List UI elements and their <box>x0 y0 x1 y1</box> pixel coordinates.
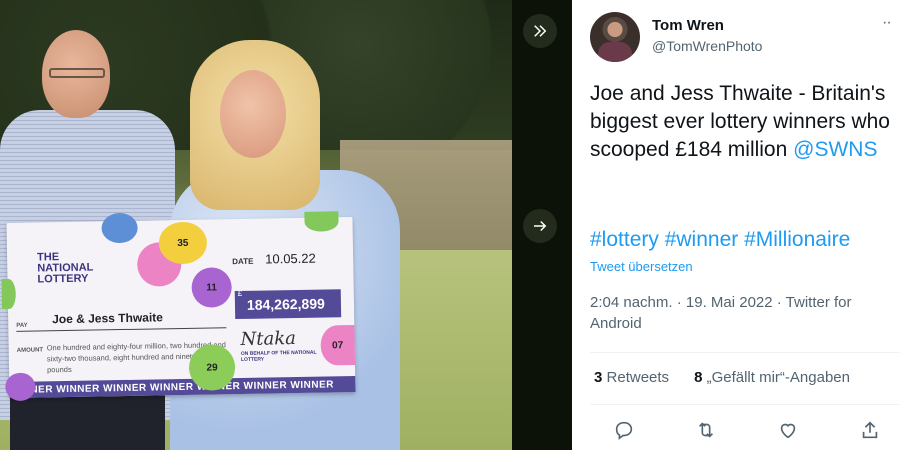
divider <box>590 404 900 405</box>
tweet-detail-panel: Tom Wren @TomWrenPhoto ·· Joe and Jess T… <box>572 0 900 450</box>
likes-count: 8 <box>694 369 703 386</box>
tweet-text: Joe and Jess Thwaite - Britain's biggest… <box>590 80 900 164</box>
hashtag-links[interactable]: #lottery #winner #Millionaire <box>590 226 900 254</box>
cheque-amount: 184,262,899 <box>234 289 342 320</box>
share-icon <box>862 421 878 439</box>
more-options-button[interactable]: ·· <box>882 14 892 32</box>
retweets-count: 3 <box>594 369 603 386</box>
retweets-stat[interactable]: 3 Retweets <box>594 369 669 386</box>
likes-label: „Gefällt mir“-Angaben <box>706 369 850 386</box>
lottery-ball: 07 <box>320 324 356 366</box>
reply-button[interactable] <box>612 418 636 442</box>
more-icon: ·· <box>882 14 892 31</box>
lottery-ball: 11 <box>191 267 233 308</box>
cheque-currency: £ <box>237 288 243 299</box>
tweet-timestamp[interactable]: 2:04 nachm. · 19. Mai 2022 · Twitter for… <box>590 292 890 334</box>
likes-stat[interactable]: 8 „Gefällt mir“-Angaben <box>694 369 850 386</box>
tweet-actions <box>612 418 882 442</box>
retweet-button[interactable] <box>694 418 718 442</box>
avatar[interactable] <box>590 12 640 62</box>
tweet-stats: 3 Retweets 8 „Gefällt mir“-Angaben <box>594 369 850 386</box>
lottery-ball: 35 <box>158 221 208 265</box>
cheque-signature: Ntaka <box>240 328 297 350</box>
giant-cheque: THE NATIONAL LOTTERY DATE 10.05.22 184,2… <box>1 211 356 402</box>
mention-link[interactable]: @SWNS <box>793 138 877 161</box>
retweets-label: Retweets <box>606 369 670 386</box>
cheque-amount-label: AMOUNT <box>16 347 44 354</box>
translate-tweet-link[interactable]: Tweet übersetzen <box>590 259 693 274</box>
lottery-ball <box>1 278 16 310</box>
author-name[interactable]: Tom Wren <box>652 17 724 34</box>
collapse-panel-button[interactable] <box>523 14 557 48</box>
joe-trousers <box>10 390 165 450</box>
lottery-ball <box>304 211 339 232</box>
author-handle[interactable]: @TomWrenPhoto <box>652 38 762 54</box>
lottery-ball <box>101 212 138 244</box>
arrow-right-icon <box>534 220 547 232</box>
joe-glasses <box>49 68 105 78</box>
share-button[interactable] <box>858 418 882 442</box>
like-icon <box>780 423 796 439</box>
cheque-payee: Joe & Jess Thwaite <box>52 310 164 327</box>
cheque-signature-caption: ON BEHALF OF THE NATIONAL LOTTERY <box>240 349 317 363</box>
divider <box>590 352 900 353</box>
avatar-shirt <box>598 42 632 62</box>
double-chevron-right-icon <box>534 25 547 37</box>
tweet-photo[interactable]: THE NATIONAL LOTTERY DATE 10.05.22 184,2… <box>0 0 512 450</box>
next-image-button[interactable] <box>523 209 557 243</box>
reply-icon <box>615 421 633 440</box>
cheque-date-label: DATE <box>232 256 254 267</box>
cheque-divider <box>16 327 227 332</box>
cheque-pay-label: PAY <box>16 322 28 329</box>
retweet-icon <box>698 422 714 438</box>
like-button[interactable] <box>776 418 800 442</box>
lottery-brand: THE NATIONAL LOTTERY <box>37 251 94 286</box>
cheque-date: 10.05.22 <box>265 250 316 267</box>
jess-face <box>220 70 286 158</box>
